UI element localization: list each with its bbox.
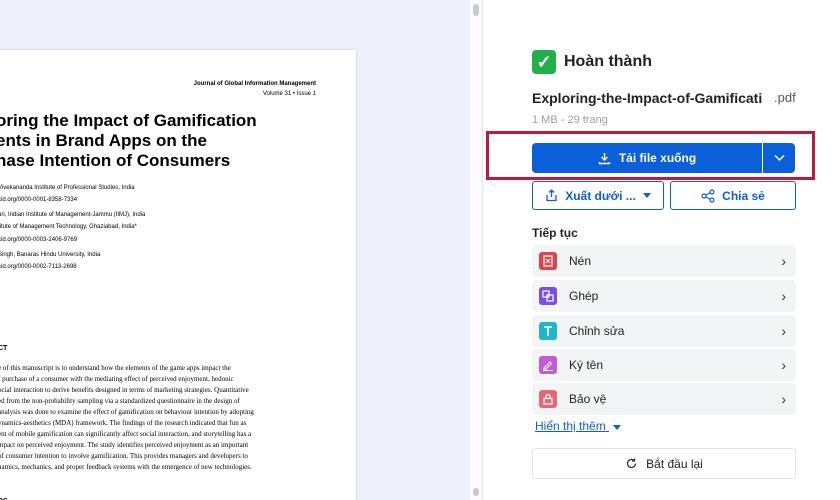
export-label: Xuất dưới ... xyxy=(565,188,636,203)
caret-down-icon xyxy=(613,425,622,430)
tool-compress[interactable]: Nén › xyxy=(532,245,796,277)
abstract-line: e of this manuscript is to understand ho… xyxy=(0,364,231,372)
pdf-page: Journal of Global Information Management… xyxy=(0,50,356,500)
abstract-line: ed from the non-probability sampling via… xyxy=(0,397,240,405)
edit-text-icon xyxy=(539,322,557,340)
abstract-line: ocial interaction to derive benefits des… xyxy=(0,386,249,394)
export-button[interactable]: Xuất dưới ... xyxy=(532,181,664,210)
tool-label: Ký tên xyxy=(569,358,604,372)
show-more-label: Hiển thị thêm xyxy=(535,419,606,433)
paper-title: oring the Impact of Gamification ents in… xyxy=(0,111,326,171)
author-line: cid.org/0000-0003-2406-9769 xyxy=(0,237,78,243)
abstract-line: ynamics-aesthetics (MDA) framework. The … xyxy=(0,419,247,427)
restart-button[interactable]: Bắt đầu lại xyxy=(532,448,796,479)
abstract-heading: CT xyxy=(0,345,8,352)
check-icon: ✓ xyxy=(532,50,556,74)
tool-sign[interactable]: Ký tên › xyxy=(532,349,796,381)
tool-edit[interactable]: Chỉnh sửa › xyxy=(532,315,796,347)
abstract-line: ent of mobile gamification can significa… xyxy=(0,430,252,438)
status-header: ✓ Hoàn thành xyxy=(532,50,652,74)
chevron-right-icon: › xyxy=(781,391,786,407)
author-line: cid.org/0000-0002-7113-2698 xyxy=(0,264,77,270)
file-meta: 1 MB - 29 trang xyxy=(532,114,608,126)
abstract-line: analysis was done to examine the effect … xyxy=(0,408,254,416)
tool-label: Nén xyxy=(569,254,592,268)
paper-title-line: ents in Brand Apps on the xyxy=(0,131,207,150)
journal-volume: Volume 31 • Issue 1 xyxy=(262,91,316,97)
author-line: titute of Management Technology, Ghaziab… xyxy=(0,224,137,230)
sign-icon xyxy=(539,356,557,374)
share-icon xyxy=(701,188,715,203)
chevron-right-icon: › xyxy=(781,323,786,339)
tool-label: Chỉnh sửa xyxy=(569,324,625,338)
tool-label: Ghép xyxy=(569,289,599,303)
lock-icon xyxy=(539,390,557,408)
export-icon xyxy=(546,189,557,202)
viewer-scrollbar[interactable] xyxy=(470,0,483,500)
scrollbar-thumb[interactable] xyxy=(473,4,479,16)
tool-protect[interactable]: Bảo vệ › xyxy=(532,383,796,415)
show-more-link[interactable]: Hiển thị thêm xyxy=(535,419,622,433)
chevron-right-icon: › xyxy=(781,357,786,373)
chevron-right-icon: › xyxy=(781,253,786,269)
file-name: Exploring-the-Impact-of-Gamificati... xyxy=(532,90,762,106)
continue-heading: Tiếp tục xyxy=(532,226,578,240)
paper-title-line: hase Intention of Consumers xyxy=(0,151,231,170)
author-line: Vivekananda Institute of Professional St… xyxy=(0,185,135,191)
paper-title-line: oring the Impact of Gamification xyxy=(0,111,257,130)
tool-merge[interactable]: Ghép › xyxy=(532,280,796,312)
status-label: Hoàn thành xyxy=(564,53,652,70)
abstract-line: f purchase of a consumer with the mediat… xyxy=(0,375,234,383)
author-line: uri, Indian Institute of Management-Jamm… xyxy=(0,212,146,218)
chevron-right-icon: › xyxy=(781,288,786,304)
restart-label: Bắt đầu lại xyxy=(646,456,703,471)
pdf-viewer[interactable]: Journal of Global Information Management… xyxy=(0,0,470,500)
abstract-line: of consumer intention to involve gamific… xyxy=(0,452,248,460)
merge-icon xyxy=(539,287,557,305)
author-line: cid.org/0000-0001-8358-7334 xyxy=(0,197,78,203)
restart-icon xyxy=(627,458,637,469)
file-extension: .pdf xyxy=(774,90,796,105)
scrollbar-thumb-bottom[interactable] xyxy=(473,488,479,496)
author-line: Singh, Banaras Hindu University, India xyxy=(0,252,101,258)
tool-label: Bảo vệ xyxy=(569,392,607,406)
caret-down-icon xyxy=(642,193,651,198)
share-button[interactable]: Chia sẻ xyxy=(670,181,796,210)
highlight-box xyxy=(486,131,815,180)
abstract-line: mpact on perceived enjoyment. The study … xyxy=(0,441,249,449)
compress-icon xyxy=(539,252,557,270)
journal-name: Journal of Global Information Management xyxy=(193,81,316,87)
share-label: Chia sẻ xyxy=(722,188,765,203)
abstract-line: namics, mechanics, and proper feedback s… xyxy=(0,463,252,471)
